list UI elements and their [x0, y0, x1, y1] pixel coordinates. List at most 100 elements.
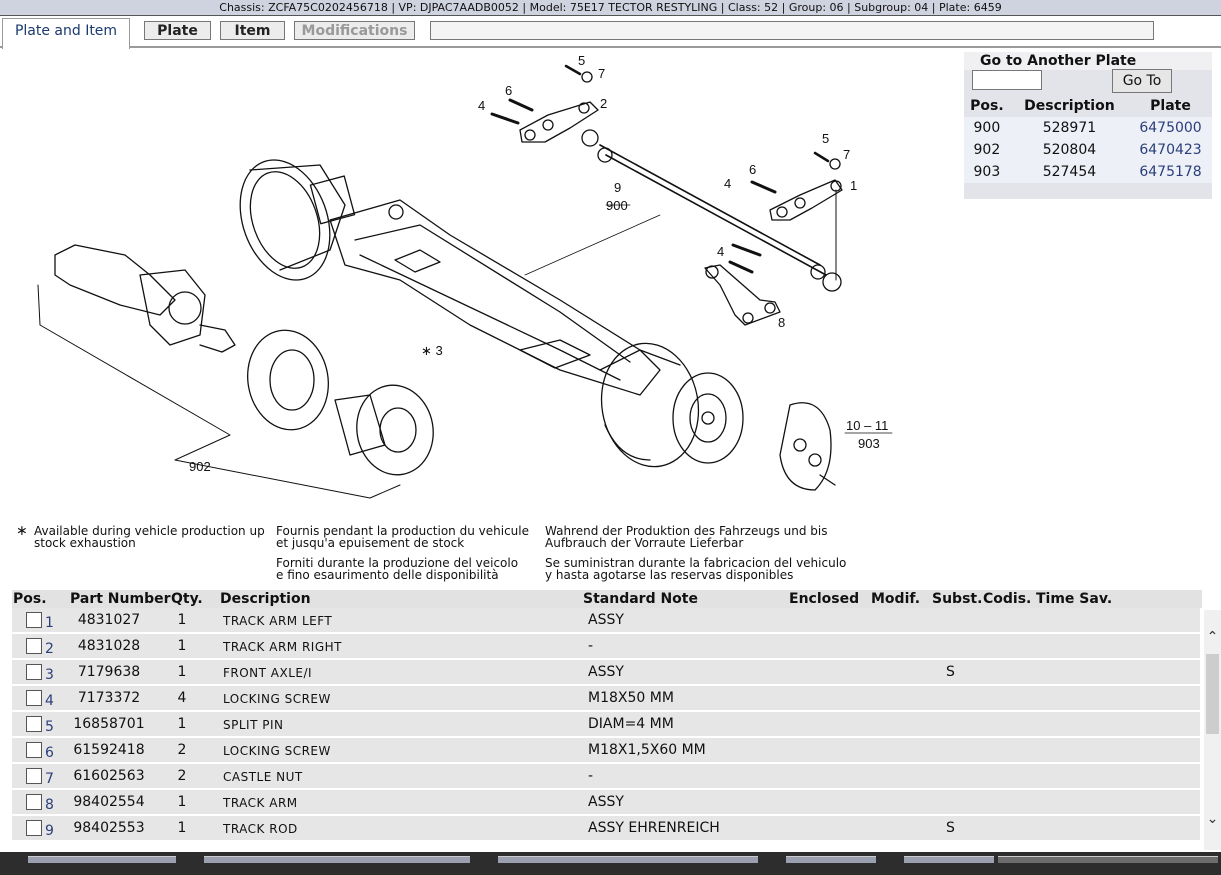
table-row[interactable]: 7 61602563 2 CASTLE NUT -	[12, 764, 1200, 790]
callout-5: 5	[578, 53, 585, 68]
plate-number-input[interactable]	[972, 70, 1042, 90]
row-qty: 1	[177, 638, 187, 654]
chevron-up-icon[interactable]: ⌃	[1204, 628, 1221, 646]
col-standard-note: Standard Note	[583, 591, 698, 607]
row-part-number: 98402554	[73, 794, 145, 810]
table-row[interactable]: 4 7173372 4 LOCKING SCREW M18X50 MM	[12, 686, 1200, 712]
chassis-info: Chassis: ZCFA75C0202456718 | VP: DJPAC7A…	[219, 1, 1002, 14]
row-pos[interactable]: 6	[45, 745, 54, 761]
callout-3: ∗ 3	[421, 343, 443, 358]
goto-plate-title: Go to Another Plate	[964, 52, 1212, 70]
row-qty: 4	[177, 690, 187, 706]
scroll-thumb[interactable]	[1206, 654, 1219, 734]
row-pos[interactable]: 2	[45, 641, 54, 657]
table-row[interactable]: 2 4831028 1 TRACK ARM RIGHT -	[12, 634, 1200, 660]
footer-button[interactable]	[786, 856, 876, 863]
row-subst: S	[946, 820, 955, 836]
table-row[interactable]: 6 61592418 2 LOCKING SCREW M18X1,5X60 MM	[12, 738, 1200, 764]
window-title-bar: Chassis: ZCFA75C0202456718 | VP: DJPAC7A…	[0, 0, 1221, 16]
callout-2: 2	[600, 96, 607, 111]
footer-button[interactable]	[204, 856, 470, 863]
row-description: SPLIT PIN	[223, 718, 284, 732]
tab-plate-and-item[interactable]: Plate and Item	[2, 18, 130, 49]
goto-row[interactable]: 903 527454 6475178	[964, 161, 1212, 183]
row-checkbox[interactable]	[26, 794, 42, 810]
row-pos[interactable]: 3	[45, 667, 54, 683]
table-row[interactable]: 8 98402554 1 TRACK ARM ASSY	[12, 790, 1200, 816]
modifications-button[interactable]: Modifications	[294, 21, 415, 40]
row-part-number: 7173372	[77, 690, 141, 706]
row-checkbox[interactable]	[26, 820, 42, 836]
row-note: -	[588, 638, 594, 654]
legend-it-2: e fino esaurimento delle disponibilità	[276, 568, 499, 582]
go-to-button[interactable]: Go To	[1112, 69, 1172, 93]
tab-toolbar-field	[430, 21, 1154, 40]
row-description: TRACK ARM RIGHT	[223, 640, 342, 654]
goto-pos: 902	[964, 139, 1010, 161]
table-row[interactable]: 9 98402553 1 TRACK ROD ASSY EHRENREICH S	[12, 816, 1200, 842]
row-description: FRONT AXLE/I	[223, 666, 313, 680]
parts-grid: Pos. Part Number Qty. Description Standa…	[12, 590, 1202, 848]
row-checkbox[interactable]	[26, 742, 42, 758]
row-description: TRACK ARM	[223, 796, 298, 810]
callout-4: 4	[478, 98, 485, 113]
goto-plate-link[interactable]: 6470423	[1129, 139, 1212, 161]
goto-row[interactable]: 900 528971 6475000	[964, 117, 1212, 139]
goto-plate-link[interactable]: 6475000	[1129, 117, 1212, 139]
row-part-number: 61592418	[73, 742, 145, 758]
goto-col-pos: Pos.	[970, 98, 1004, 114]
goto-description: 528971	[1009, 117, 1130, 139]
item-button[interactable]: Item	[220, 21, 285, 40]
row-qty: 1	[177, 820, 187, 836]
row-pos[interactable]: 5	[45, 719, 54, 735]
row-note: M18X50 MM	[588, 690, 674, 706]
row-description: TRACK ROD	[223, 822, 298, 836]
col-pos: Pos.	[13, 591, 47, 607]
callout-903: 903	[858, 436, 880, 451]
goto-description: 520804	[1009, 139, 1130, 161]
callout-6: 6	[505, 83, 512, 98]
row-pos[interactable]: 9	[45, 823, 54, 839]
table-row[interactable]: 5 16858701 1 SPLIT PIN DIAM=4 MM	[12, 712, 1200, 738]
row-pos[interactable]: 1	[45, 615, 54, 631]
row-description: CASTLE NUT	[223, 770, 303, 784]
table-row[interactable]: 1 4831027 1 TRACK ARM LEFT ASSY	[12, 608, 1200, 634]
row-checkbox[interactable]	[26, 716, 42, 732]
goto-plate-link[interactable]: 6475178	[1129, 161, 1212, 183]
callout-4c: 4	[717, 244, 724, 259]
row-part-number: 16858701	[73, 716, 145, 732]
row-pos[interactable]: 4	[45, 693, 54, 709]
bottom-toolbar	[0, 852, 1221, 875]
row-qty: 1	[177, 612, 187, 628]
row-part-number: 61602563	[73, 768, 145, 784]
row-part-number: 4831027	[77, 612, 141, 628]
row-checkbox[interactable]	[26, 612, 42, 628]
row-pos[interactable]: 8	[45, 797, 54, 813]
col-qty: Qty.	[171, 591, 203, 607]
row-note: ASSY	[588, 612, 624, 628]
col-modif: Modif.	[871, 591, 921, 607]
legend-de-2: Aufbrauch der Vorraute Lieferbar	[545, 536, 744, 550]
grid-scrollbar[interactable]: ⌃ ⌄	[1204, 610, 1221, 850]
callout-8: 8	[778, 315, 785, 330]
row-pos[interactable]: 7	[45, 771, 54, 787]
row-checkbox[interactable]	[26, 690, 42, 706]
asterisk-icon: ∗	[16, 523, 28, 539]
callout-902: 902	[189, 459, 211, 474]
row-checkbox[interactable]	[26, 768, 42, 784]
row-qty: 2	[177, 768, 187, 784]
goto-col-plate: Plate	[1150, 98, 1191, 114]
row-checkbox[interactable]	[26, 638, 42, 654]
footer-button[interactable]	[904, 856, 994, 863]
table-row[interactable]: 3 7179638 1 FRONT AXLE/I ASSY S	[12, 660, 1200, 686]
row-note: DIAM=4 MM	[588, 716, 674, 732]
chevron-down-icon[interactable]: ⌄	[1204, 810, 1221, 828]
footer-button[interactable]	[28, 856, 176, 863]
row-description: LOCKING SCREW	[223, 692, 331, 706]
row-part-number: 4831028	[77, 638, 141, 654]
plate-button[interactable]: Plate	[144, 21, 211, 40]
col-time-sav: Time Sav.	[1036, 591, 1113, 607]
goto-row[interactable]: 902 520804 6470423	[964, 139, 1212, 161]
row-checkbox[interactable]	[26, 664, 42, 680]
footer-button[interactable]	[498, 856, 758, 863]
